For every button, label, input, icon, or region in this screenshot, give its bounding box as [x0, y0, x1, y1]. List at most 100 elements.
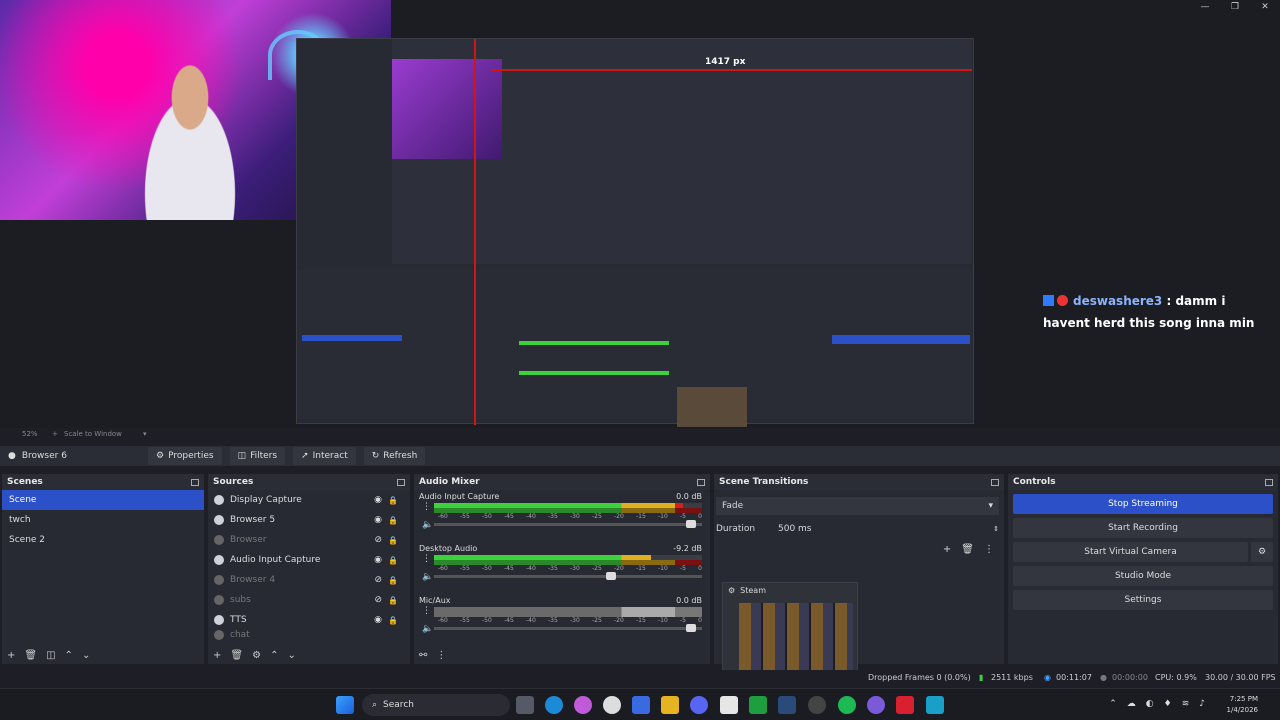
interact-button[interactable]: ➚ Interact — [293, 447, 356, 465]
properties-button[interactable]: ⚙ Properties — [148, 447, 222, 465]
filters-button[interactable]: ◫ Filters — [229, 447, 286, 465]
gear-icon[interactable]: ⚙ — [1251, 542, 1273, 562]
file-explorer-icon[interactable] — [661, 696, 679, 714]
scale-mode[interactable]: Scale to Window — [64, 430, 122, 438]
gear-icon[interactable]: ⚙ — [252, 650, 261, 661]
kebab-menu-icon[interactable]: ⋮ — [422, 554, 431, 564]
zoom-in-icon[interactable]: + — [52, 430, 58, 438]
source-row[interactable]: TTS ◉ 🔒 — [208, 610, 410, 630]
cloud-icon[interactable]: ☁ — [1127, 699, 1136, 709]
volume-slider[interactable] — [434, 624, 702, 632]
source-row[interactable]: Audio Input Capture ◉ 🔒 — [208, 550, 410, 570]
undock-icon[interactable] — [991, 478, 999, 486]
taskbar-clock[interactable]: 7:25 PM 1/4/2026 — [1227, 694, 1258, 716]
undock-icon[interactable] — [1265, 478, 1273, 486]
volume-icon[interactable]: ♪ — [1199, 699, 1205, 709]
move-up-icon[interactable]: ⌃ — [65, 650, 73, 661]
eye-icon[interactable]: ◉ — [374, 515, 382, 525]
chevron-down-icon[interactable]: ▾ — [143, 430, 147, 438]
taskbar-search[interactable]: ⌕ Search — [362, 694, 510, 716]
maximize-button[interactable]: ❐ — [1220, 0, 1250, 14]
store-icon[interactable] — [632, 696, 650, 714]
move-down-icon[interactable]: ⌄ — [287, 650, 295, 661]
spinner-icon[interactable]: ⇕ — [993, 525, 999, 533]
undock-icon[interactable] — [697, 478, 705, 486]
trash-icon[interactable]: 🗑 — [24, 650, 37, 661]
lock-icon[interactable]: 🔒 — [388, 496, 398, 505]
move-up-icon[interactable]: ⌃ — [270, 650, 278, 661]
location-icon[interactable]: ◐ — [1146, 699, 1154, 709]
filter-icon[interactable]: ◫ — [46, 650, 55, 661]
source-row[interactable]: Display Capture ◉ 🔒 — [208, 490, 410, 510]
steam-popup[interactable]: ⚙ Steam — [722, 582, 858, 674]
scene-item[interactable]: Scene — [2, 490, 204, 510]
microphone-icon[interactable]: ♦ — [1164, 699, 1172, 709]
task-view-icon[interactable] — [516, 696, 534, 714]
kebab-menu-icon[interactable]: ⋮ — [984, 544, 994, 555]
program-preview[interactable]: 1417 px deswashere3 : damm i havent herd… — [0, 0, 1280, 428]
slider-knob[interactable] — [686, 520, 697, 528]
discord-icon[interactable] — [690, 696, 708, 714]
scene-item[interactable]: Scene 2 — [2, 530, 204, 550]
lock-icon[interactable]: 🔒 — [388, 516, 398, 525]
scene-item[interactable]: twch — [2, 510, 204, 530]
eye-hidden-icon[interactable]: ⊘ — [374, 535, 382, 545]
eye-hidden-icon[interactable]: ⊘ — [374, 595, 382, 605]
copilot-icon[interactable] — [574, 696, 592, 714]
eye-icon[interactable]: ◉ — [374, 555, 382, 565]
stop-streaming-button[interactable]: Stop Streaming — [1013, 494, 1273, 514]
add-icon[interactable]: + — [213, 650, 221, 661]
wifi-icon[interactable]: ≋ — [1182, 699, 1190, 709]
eye-icon[interactable]: ◉ — [374, 495, 382, 505]
source-row[interactable]: subs ⊘ 🔒 — [208, 590, 410, 610]
start-recording-button[interactable]: Start Recording — [1013, 518, 1273, 538]
volume-slider[interactable] — [434, 520, 702, 528]
zoom-level[interactable]: 52% — [22, 430, 38, 438]
edge-icon[interactable] — [545, 696, 563, 714]
refresh-button[interactable]: ↻ Refresh — [363, 447, 426, 465]
trash-icon[interactable]: 🗑 — [961, 544, 974, 555]
slider-knob[interactable] — [686, 624, 697, 632]
speaker-icon[interactable]: 🔈 — [422, 520, 433, 530]
minimize-button[interactable]: — — [1190, 0, 1220, 14]
undock-icon[interactable] — [397, 478, 405, 486]
kebab-menu-icon[interactable]: ⋮ — [436, 650, 446, 661]
speaker-icon[interactable]: 🔈 — [422, 624, 433, 634]
add-icon[interactable]: + — [7, 650, 15, 661]
steam-icon[interactable] — [778, 696, 796, 714]
volume-slider[interactable] — [434, 572, 702, 580]
eye-icon[interactable]: ◉ — [374, 615, 382, 625]
lock-icon[interactable]: 🔒 — [388, 536, 398, 545]
spotify-icon[interactable] — [838, 696, 856, 714]
lock-icon[interactable]: 🔒 — [388, 596, 398, 605]
studio-mode-button[interactable]: Studio Mode — [1013, 566, 1273, 586]
obs-icon[interactable] — [808, 696, 826, 714]
app-icon[interactable] — [867, 696, 885, 714]
trash-icon[interactable]: 🗑 — [230, 650, 243, 661]
link-icon[interactable]: ⚯ — [419, 650, 427, 661]
lock-icon[interactable]: 🔒 — [388, 576, 398, 585]
lock-icon[interactable]: 🔒 — [388, 616, 398, 625]
xbox-icon[interactable] — [749, 696, 767, 714]
chevron-up-icon[interactable]: ⌃ — [1109, 699, 1117, 709]
kebab-menu-icon[interactable]: ⋮ — [422, 502, 431, 512]
eye-hidden-icon[interactable]: ⊘ — [374, 575, 382, 585]
settings-button[interactable]: Settings — [1013, 590, 1273, 610]
slider-knob[interactable] — [605, 572, 616, 580]
close-button[interactable]: ✕ — [1250, 0, 1280, 14]
add-icon[interactable]: + — [943, 544, 951, 555]
app-icon[interactable] — [896, 696, 914, 714]
start-virtual-camera-button[interactable]: Start Virtual Camera — [1013, 542, 1248, 562]
app-icon[interactable] — [926, 696, 944, 714]
app-icon[interactable] — [603, 696, 621, 714]
source-row[interactable]: chat — [208, 630, 410, 640]
source-row[interactable]: Browser 4 ⊘ 🔒 — [208, 570, 410, 590]
duration-input[interactable]: 500 ms — [778, 524, 993, 534]
windows-start-icon[interactable] — [336, 696, 354, 714]
undock-icon[interactable] — [191, 478, 199, 486]
speaker-icon[interactable]: 🔈 — [422, 572, 433, 582]
lock-icon[interactable]: 🔒 — [388, 556, 398, 565]
move-down-icon[interactable]: ⌄ — [82, 650, 90, 661]
notepad-icon[interactable] — [720, 696, 738, 714]
source-row[interactable]: Browser ⊘ 🔒 — [208, 530, 410, 550]
